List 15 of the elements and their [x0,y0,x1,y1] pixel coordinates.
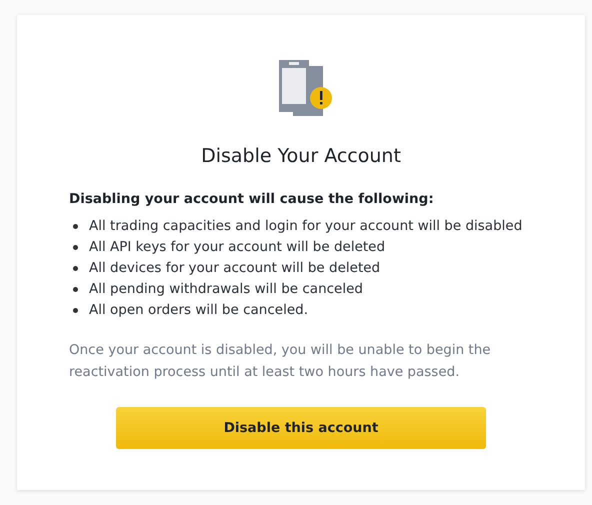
disable-button[interactable]: Disable this account [116,407,486,449]
bullet-icon [73,244,78,250]
phone-warning-icon [279,60,333,118]
bullet-icon [73,308,78,312]
list-heading: Disabling your account will cause the following: [69,191,435,207]
bullet-icon [73,224,78,228]
dialog-title: Disable Your Account [200,145,402,167]
consequence-text: All open orders will be canceled. [89,301,308,319]
consequence-text: All devices for your account will be deleted [89,259,380,277]
bullet-icon [73,286,78,292]
consequence-text: All trading capacities and login for your account will be disabled [89,217,522,235]
bullet-icon [73,266,78,270]
consequence-text: All API keys for your account will be deleted [89,238,386,256]
consequence-text: All pending withdrawals will be canceled [89,280,363,298]
note-text: Once your account is disabled, you will be unable to begin the reactivation process until at least two hours have passed. [69,341,492,382]
